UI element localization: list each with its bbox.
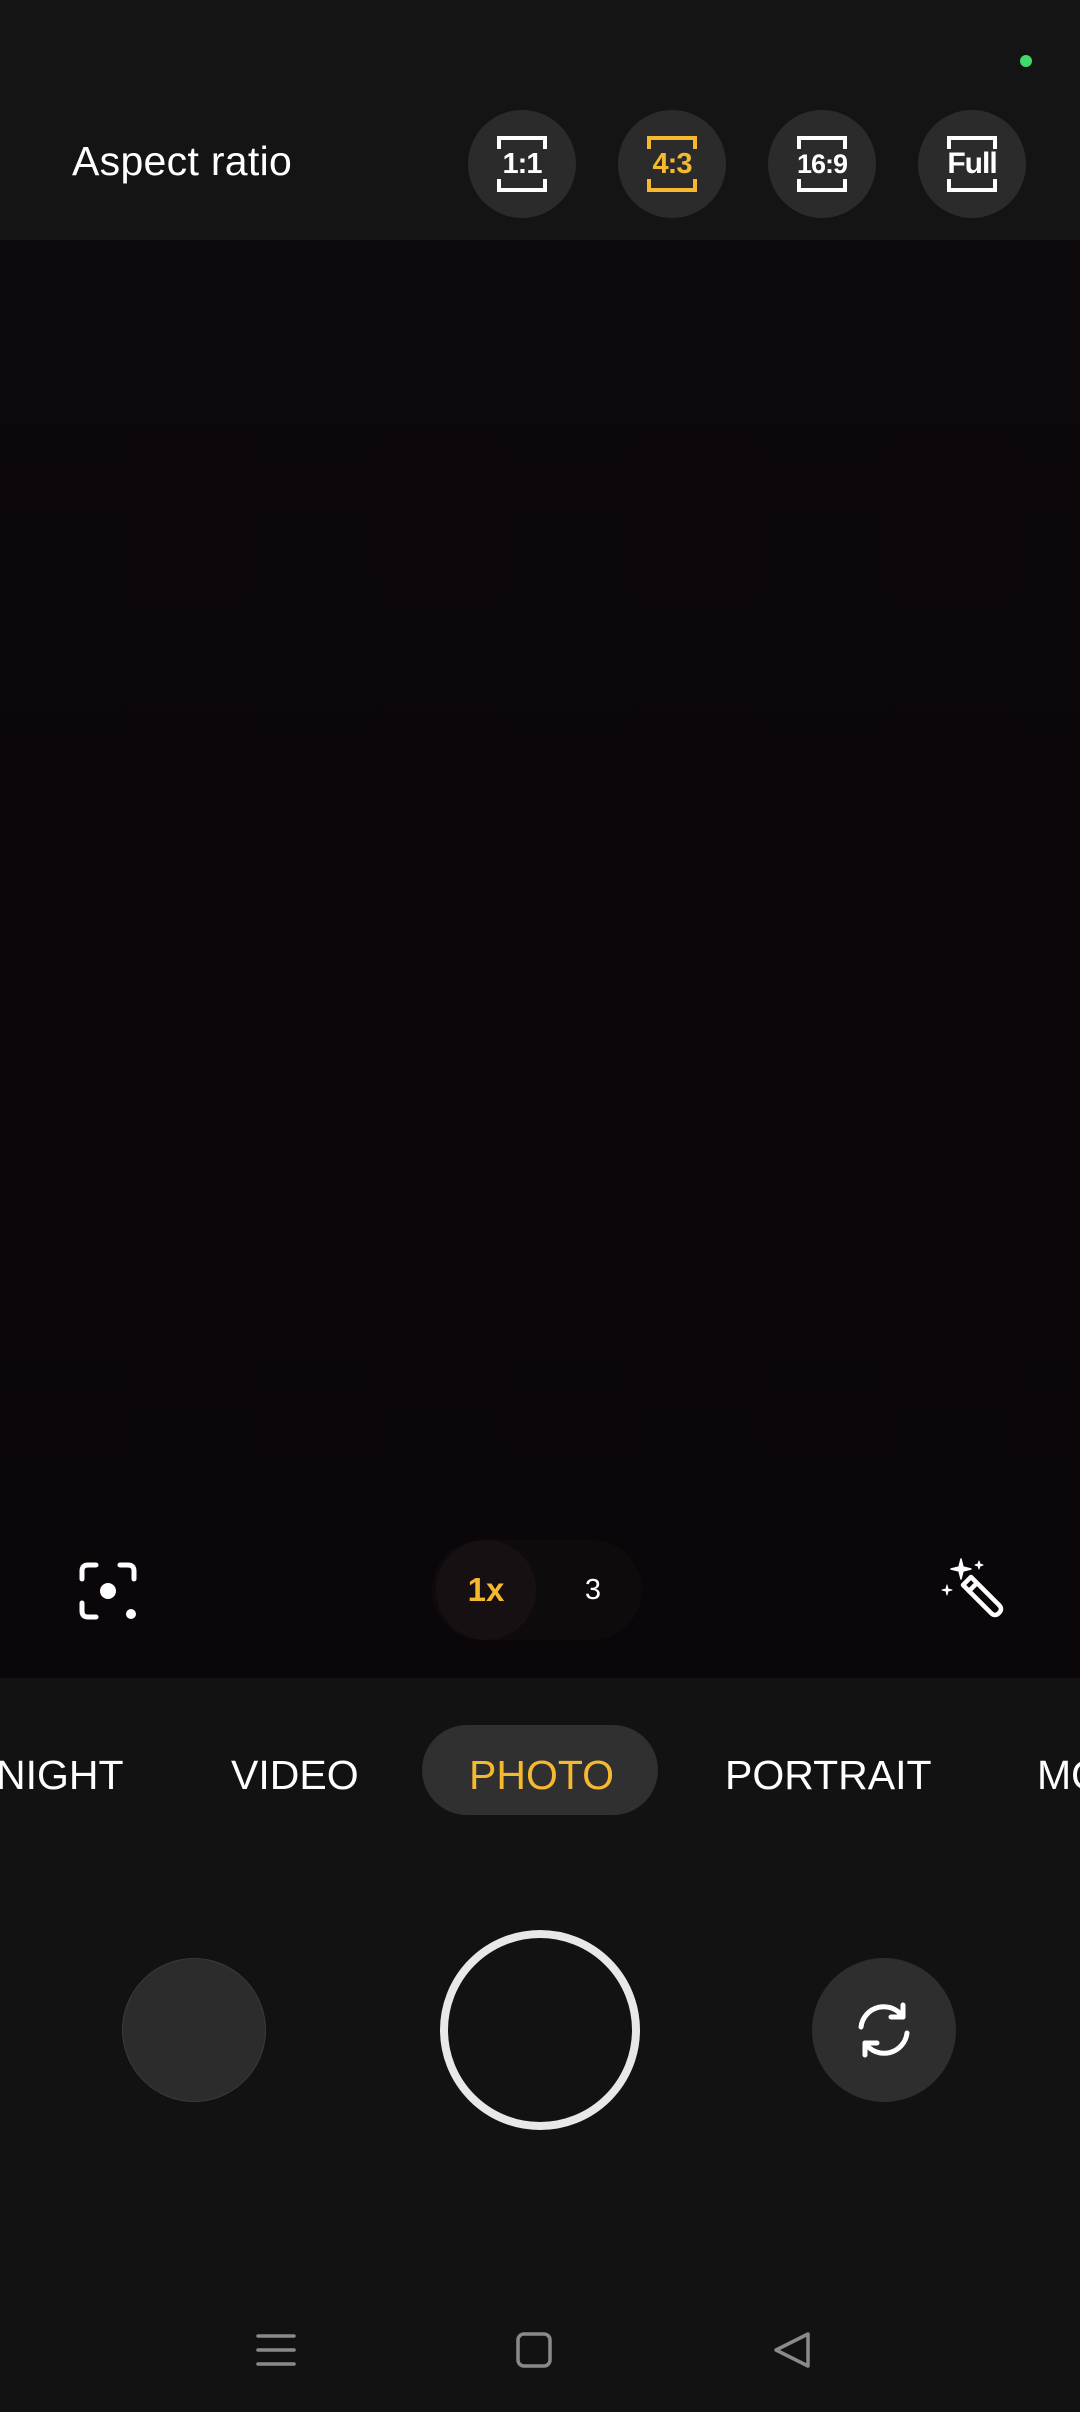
back-icon[interactable] (762, 2320, 822, 2380)
menu-icon[interactable] (246, 2320, 306, 2380)
mode-more[interactable]: MO (1037, 1740, 1080, 1810)
zoom-3x-button[interactable]: 3 (543, 1540, 643, 1640)
aspect-ratio-bar: Aspect ratio 1:1 4:3 16:9 Full (0, 0, 1080, 240)
ratio-frame-icon: Full (946, 135, 998, 193)
aspect-ratio-4-3-button[interactable]: 4:3 (618, 110, 726, 218)
focus-lock-icon[interactable] (72, 1555, 144, 1627)
gallery-thumbnail-button[interactable] (122, 1958, 266, 2102)
ratio-label-16-9: 16:9 (796, 148, 848, 179)
zoom-1x-label: 1x (467, 1571, 505, 1608)
mode-portrait[interactable]: PORTRAIT (725, 1740, 932, 1810)
camera-viewfinder[interactable] (0, 240, 1080, 1678)
zoom-3x-label: 3 (584, 1573, 602, 1606)
home-icon[interactable] (504, 2320, 564, 2380)
switch-camera-icon (858, 2002, 910, 2058)
privacy-indicator-dot (1020, 55, 1032, 67)
aspect-ratio-title: Aspect ratio (72, 138, 293, 184)
mode-photo[interactable]: PHOTO (469, 1740, 614, 1810)
ratio-label-1-1: 1:1 (502, 147, 543, 180)
ratio-label-full: Full (947, 147, 997, 180)
zoom-1x-button[interactable]: 1x (436, 1540, 536, 1640)
switch-camera-button[interactable] (812, 1958, 956, 2102)
ratio-frame-icon: 1:1 (496, 135, 548, 193)
ratio-frame-icon: 16:9 (796, 135, 848, 193)
ratio-frame-icon: 4:3 (646, 135, 698, 193)
ratio-label-4-3: 4:3 (652, 147, 693, 180)
shutter-button[interactable] (440, 1930, 640, 2130)
aspect-ratio-full-button[interactable]: Full (918, 110, 1026, 218)
aspect-ratio-1-1-button[interactable]: 1:1 (468, 110, 576, 218)
mode-video[interactable]: VIDEO (231, 1740, 359, 1810)
aspect-ratio-16-9-button[interactable]: 16:9 (768, 110, 876, 218)
magic-wand-icon[interactable] (936, 1552, 1008, 1624)
mode-night[interactable]: NIGHT (0, 1740, 124, 1810)
